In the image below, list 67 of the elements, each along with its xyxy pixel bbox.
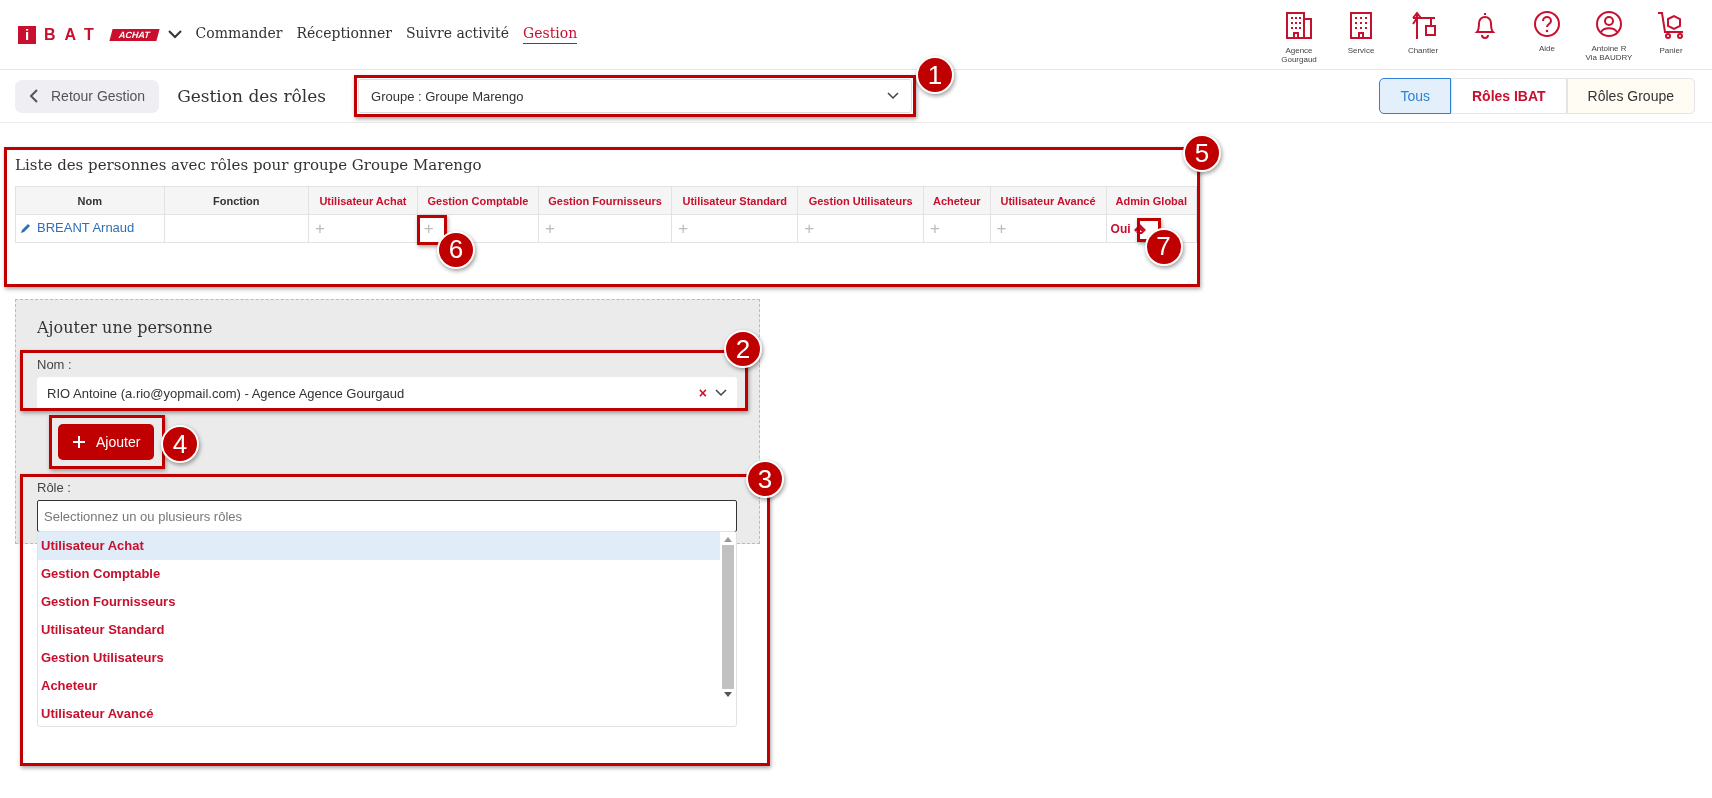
role-option[interactable]: Gestion Fournisseurs: [38, 588, 720, 616]
role-value: Oui: [1110, 221, 1131, 236]
role-option[interactable]: Gestion Utilisateurs: [38, 644, 720, 672]
chevron-down-icon[interactable]: [167, 30, 182, 39]
field-label: Rôle :: [37, 480, 71, 495]
group-select[interactable]: Groupe : Groupe Marengo: [358, 79, 913, 113]
cart-icon[interactable]: [1656, 9, 1686, 40]
scroll-down-icon[interactable]: [724, 692, 732, 697]
callout-number: 6: [436, 230, 475, 269]
column-header: Utilisateur Avancé: [990, 186, 1107, 215]
shortcut-label: Antoine R: [1590, 43, 1628, 53]
person-select[interactable]: RIO Antoine (a.rio@yopmail.com) - Agence Agence Gourgaud ×: [37, 377, 737, 409]
callout-number: 1: [916, 56, 955, 94]
scroll-up-icon[interactable]: [724, 537, 732, 542]
filter-tab[interactable]: Rôles IBAT: [1450, 78, 1567, 114]
logo-text: BAT: [44, 25, 103, 44]
shortcut-label: Agence Gourgaud: [1280, 45, 1318, 64]
role-option[interactable]: Utilisateur Achat: [38, 532, 720, 560]
nav-link[interactable]: Réceptionner: [296, 25, 392, 44]
column-header: Fonction: [164, 186, 309, 215]
column-header: Nom: [15, 186, 165, 215]
filter-tab[interactable]: Tous: [1379, 78, 1451, 114]
panel-title: Ajouter une personne: [37, 318, 213, 337]
person-select-value: RIO Antoine (a.rio@yopmail.com) - Agence Agence Gourgaud: [47, 385, 406, 401]
column-header: Admin Global: [1106, 186, 1197, 215]
pencil-icon[interactable]: [20, 221, 32, 234]
shortcut-label: Panier: [1658, 45, 1684, 55]
nav-link[interactable]: Gestion: [523, 25, 578, 44]
role-option[interactable]: Acheteur: [38, 672, 720, 700]
role-option[interactable]: Gestion Comptable: [38, 560, 720, 588]
callout-number: 5: [1183, 134, 1221, 172]
logo-badge: ACHAT: [109, 28, 160, 41]
section-title: Liste des personnes avec rôles pour groupe Groupe Marengo: [15, 156, 483, 174]
column-header: Gestion Comptable: [417, 186, 539, 215]
eraser-icon[interactable]: [1132, 222, 1147, 235]
building-icon[interactable]: [1284, 9, 1314, 40]
add-button[interactable]: Ajouter: [58, 424, 155, 460]
shortcut-label: Service: [1346, 45, 1376, 55]
nav-link[interactable]: Suivre activité: [406, 25, 509, 44]
plus-icon: [72, 435, 86, 449]
role-option[interactable]: Utilisateur Standard: [38, 616, 720, 644]
shortcut-label: Chantier: [1406, 45, 1440, 55]
shortcut-sublabel: Via BAUDRY: [1585, 52, 1633, 62]
column-header: Gestion Fournisseurs: [538, 186, 672, 215]
help-icon[interactable]: [1533, 9, 1561, 38]
role-search-field[interactable]: Selectionnez un ou plusieurs rôles: [37, 500, 737, 532]
filter-tab[interactable]: Rôles Groupe: [1566, 78, 1695, 114]
callout-number: 3: [746, 460, 784, 498]
chevron-down-icon: [887, 92, 900, 100]
nav-link[interactable]: Commander: [195, 25, 283, 44]
shortcut-label: Aide: [1538, 43, 1556, 53]
back-button[interactable]: Retour Gestion: [15, 79, 160, 113]
field-label: Nom :: [37, 357, 72, 372]
user-icon[interactable]: [1595, 9, 1623, 38]
role-option[interactable]: Utilisateur Avancé: [38, 700, 720, 728]
chevron-left-icon: [29, 89, 39, 103]
column-header: Utilisateur Achat: [308, 186, 418, 215]
clear-button[interactable]: ×: [698, 385, 707, 401]
group-select-value: Groupe : Groupe Marengo: [371, 88, 524, 104]
logo-mark: i: [18, 25, 36, 44]
page-title: Gestion des rôles: [177, 86, 327, 106]
column-header: Gestion Utilisateurs: [797, 186, 924, 215]
column-header: Utilisateur Standard: [671, 186, 798, 215]
chevron-down-icon: [715, 389, 727, 397]
column-header: Acheteur: [923, 186, 990, 215]
building-icon[interactable]: [1348, 9, 1374, 40]
callout-number: 7: [1144, 227, 1183, 266]
